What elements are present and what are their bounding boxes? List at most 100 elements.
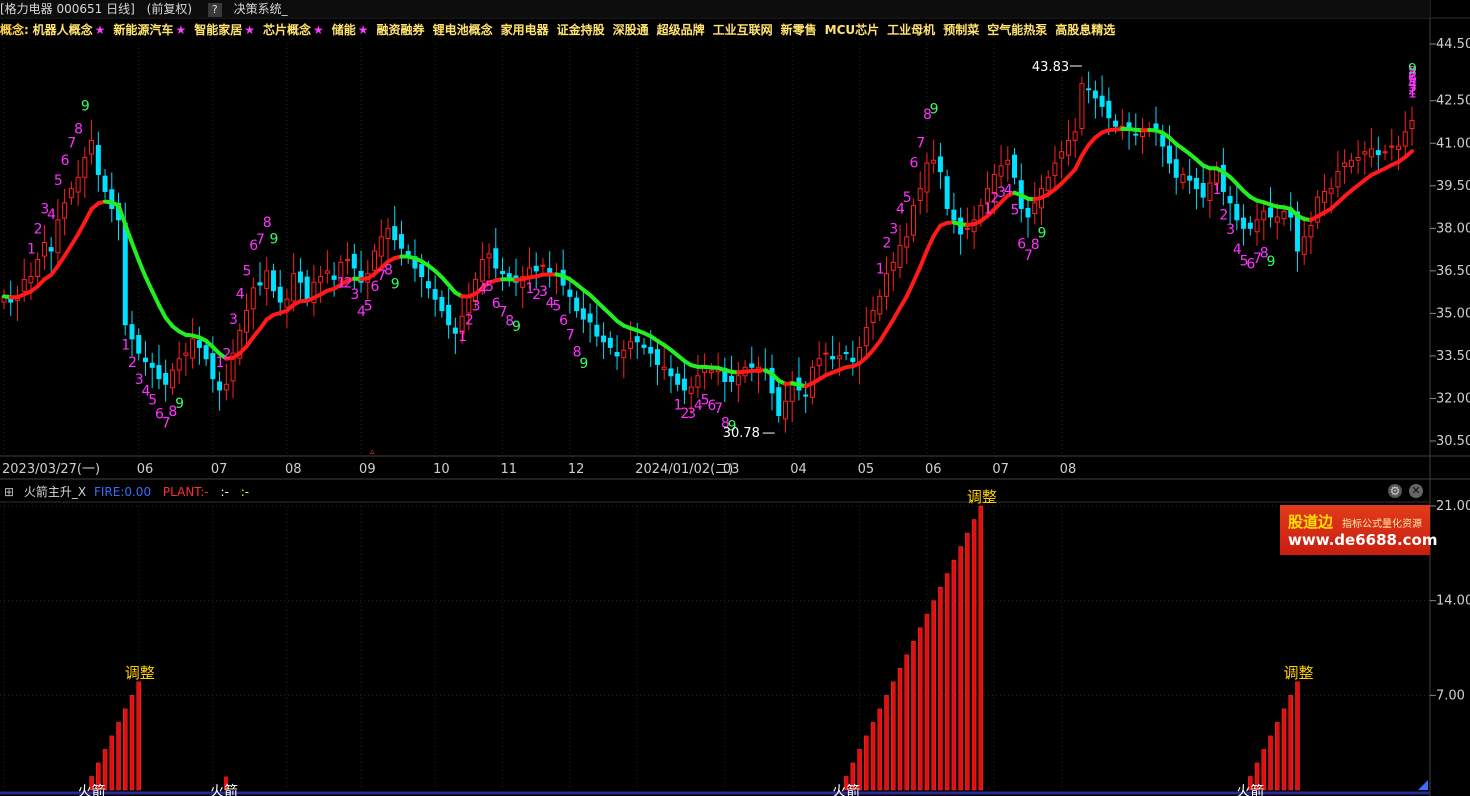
ma-segment [904, 279, 916, 299]
concept-item[interactable]: 高股息精选★ [1055, 23, 1115, 37]
concept-name: 证金持股 [556, 23, 605, 37]
gear-icon[interactable]: ⚙ [1388, 484, 1402, 498]
candle [257, 262, 263, 296]
candle [641, 338, 647, 355]
candle [675, 366, 681, 392]
concept-item[interactable]: 融资融券★ [377, 23, 425, 37]
count-digit: 9 [81, 98, 90, 114]
candle [722, 357, 728, 403]
candle [1099, 75, 1105, 117]
indicator-name[interactable]: 火箭主升_X [24, 485, 86, 499]
candle [917, 171, 923, 215]
candle [1200, 162, 1206, 208]
candle [1335, 150, 1341, 198]
scroll-corner-icon[interactable] [1418, 780, 1428, 790]
count-digit: 9 [1267, 254, 1276, 270]
candle [971, 205, 977, 250]
candle [190, 318, 196, 369]
watermark-brand: 股道边 [1288, 513, 1334, 531]
concept-item[interactable]: MCU芯片★ [825, 23, 880, 37]
count-digit: 9 [1408, 62, 1417, 78]
kline-chart[interactable]: 44.50 42.50 41.00 39.50 38.00 36.50 35.00 33.50… [0, 0, 1470, 796]
watermark-logo: 股道边 指标公式量化资源 www.de6688.com [1280, 505, 1438, 555]
candle [142, 340, 148, 376]
candle [250, 277, 256, 330]
candle [944, 169, 950, 216]
candle [277, 270, 283, 316]
concept-item[interactable]: 预制菜★ [943, 23, 979, 37]
rocket-label: 火箭 [1236, 783, 1264, 796]
candle [1207, 169, 1213, 218]
candle [789, 370, 795, 423]
concept-item[interactable]: 深股通★ [613, 23, 649, 37]
concept-item[interactable]: 新零售★ [781, 23, 817, 37]
concept-item[interactable]: 锂电池概念★ [433, 23, 493, 37]
close-icon[interactable]: ✕ [1409, 484, 1423, 498]
indicator-bar [944, 573, 950, 791]
candle [1355, 140, 1361, 175]
watermark-url: www.de6688.com [1288, 531, 1438, 549]
indicator-axis-label: 14.00 [1436, 594, 1470, 609]
concept-name: 锂电池概念 [432, 23, 493, 37]
concept-item[interactable]: 智能家居 ★ [194, 23, 255, 37]
candle [1315, 190, 1321, 230]
count-digit: 6 [61, 153, 70, 169]
concept-item[interactable]: 家用电器★ [501, 23, 549, 37]
concept-item[interactable]: 工业母机★ [887, 23, 935, 37]
concept-name: 空气能热泵 [987, 23, 1048, 37]
price-label: 33.50 [1436, 349, 1470, 364]
ma-segment [924, 233, 936, 253]
candle [796, 357, 802, 401]
candle [116, 192, 122, 241]
price-label: 35.00 [1436, 306, 1470, 321]
count-digit: 1 [121, 338, 130, 354]
concept-item[interactable]: 超级品牌★ [657, 23, 705, 37]
candle [68, 181, 74, 205]
candle [937, 142, 943, 189]
concept-item[interactable]: 机器人概念 ★ [33, 23, 106, 37]
concept-item[interactable]: 储能 ★ [332, 23, 369, 37]
ma-segment [82, 206, 94, 224]
concept-name: 芯片概念 [262, 23, 311, 37]
indicator-bar [1281, 708, 1287, 791]
system-name[interactable]: 决策系统_ [234, 2, 288, 16]
indicator-bar [864, 735, 869, 791]
count-digit: 7 [256, 232, 265, 248]
count-digit: 2 [128, 355, 137, 371]
candles [1, 71, 1415, 433]
concept-item[interactable]: 新能源汽车 ★ [113, 23, 186, 37]
indicator-bar [1288, 695, 1293, 791]
concept-item[interactable]: 空气能热泵★ [987, 23, 1047, 37]
candle [681, 361, 687, 404]
indicator-bar [891, 681, 896, 791]
price-label: 42.50 [1436, 94, 1470, 109]
count-digit: 5 [243, 264, 252, 280]
adjust-mode[interactable]: (前复权) [147, 2, 192, 16]
expand-icon[interactable]: ⊞ [4, 485, 14, 499]
candle [1059, 141, 1065, 179]
concept-item[interactable]: 工业互联网★ [713, 23, 773, 37]
candle [958, 207, 964, 255]
help-icon[interactable]: ? [207, 3, 222, 17]
candle [500, 257, 506, 291]
price-label: 41.00 [1436, 136, 1470, 151]
candle [28, 262, 34, 301]
concept-item[interactable]: 芯片概念 ★ [263, 23, 324, 37]
concept-item[interactable]: 证金持股★ [557, 23, 605, 37]
candle [1180, 167, 1186, 190]
candle [230, 339, 236, 399]
candle [1119, 108, 1125, 141]
concept-name: 工业互联网 [712, 23, 773, 37]
candle [668, 355, 674, 394]
low-label: 30.78 [723, 426, 760, 441]
ma-segment [136, 258, 148, 279]
candle [1065, 119, 1071, 166]
count-digit: 4 [236, 286, 245, 302]
candle [95, 131, 101, 192]
concept-label: 概念: [0, 23, 29, 37]
date-label: 07 [992, 462, 1009, 477]
price-axis: 44.50 42.50 41.00 39.50 38.00 36.50 35.00 33.50… [1430, 37, 1470, 449]
candle [1268, 187, 1274, 228]
indicator-bar [1275, 722, 1280, 791]
indicator-bar [109, 735, 115, 791]
